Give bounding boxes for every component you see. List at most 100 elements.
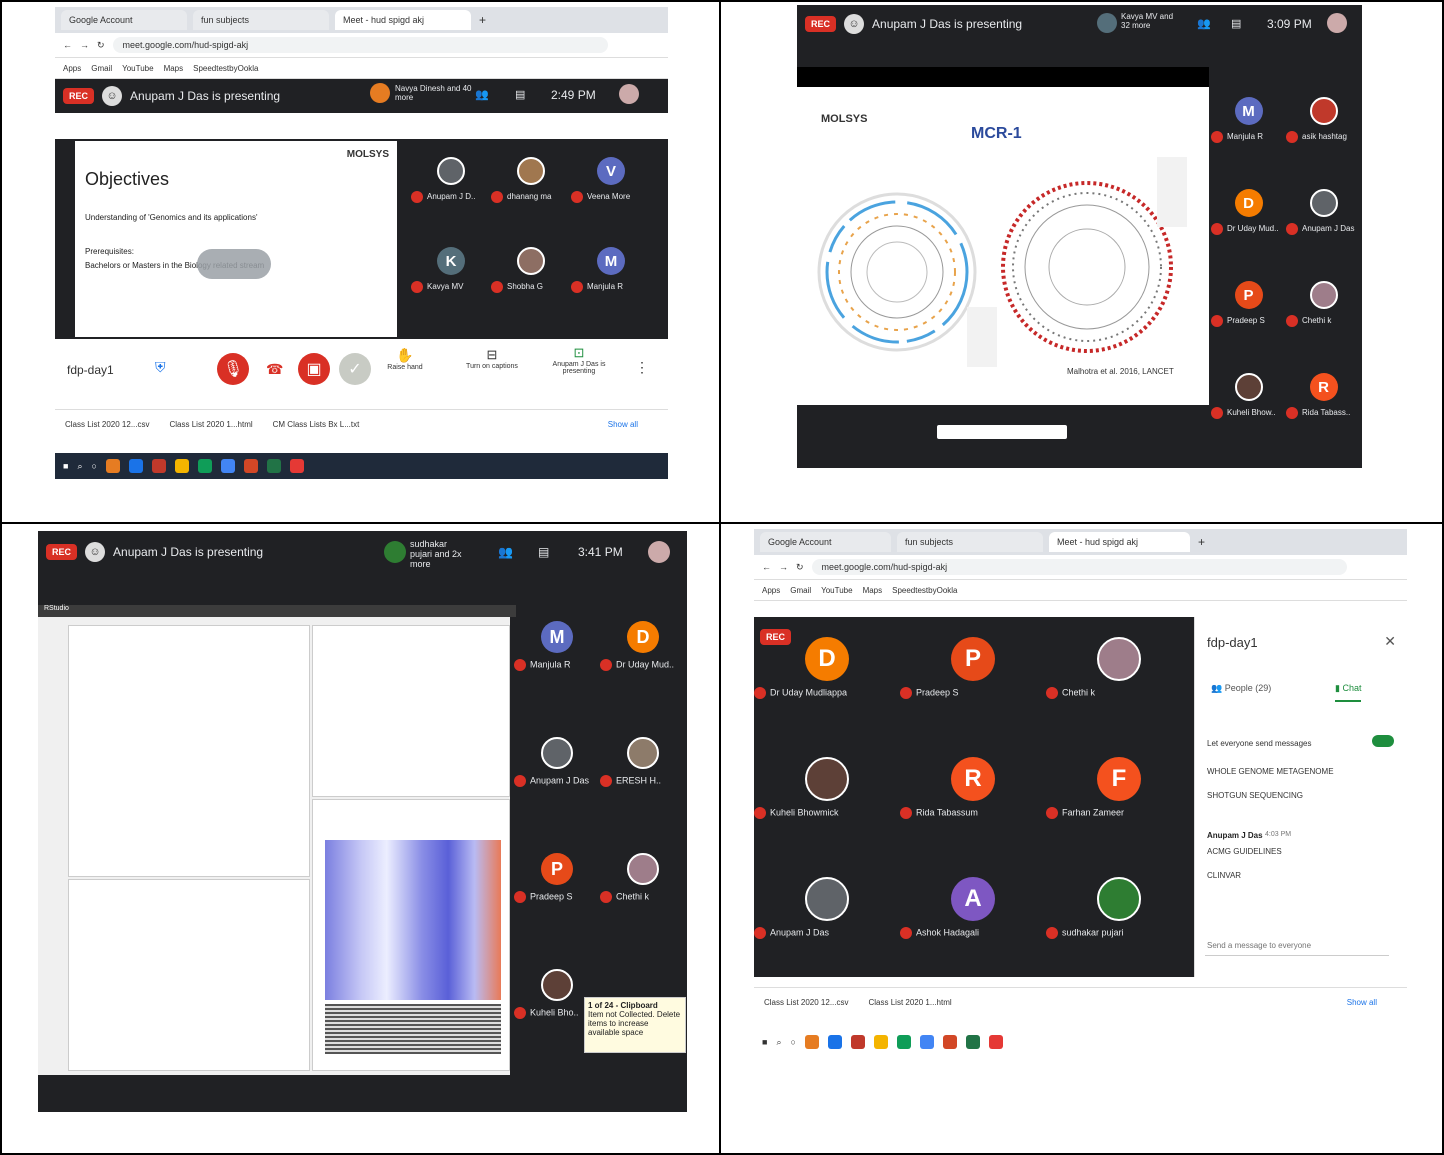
excel-icon[interactable]: [965, 1035, 980, 1049]
cortana-icon[interactable]: ○: [790, 1037, 795, 1047]
search-icon[interactable]: ⌕: [77, 461, 82, 472]
new-tab-icon[interactable]: +: [1198, 535, 1205, 549]
pdf-icon[interactable]: [988, 1035, 1003, 1049]
url-field[interactable]: meet.google.com/hud-spigd-akj: [811, 559, 1347, 575]
chat-input[interactable]: [1205, 935, 1389, 956]
people-tab[interactable]: 👥 People (29): [1211, 683, 1271, 694]
bookmark-speedtest[interactable]: SpeedtestbyOokla: [193, 64, 258, 73]
source-editor-pane[interactable]: [68, 625, 310, 877]
bookmark-apps[interactable]: Apps: [762, 586, 780, 595]
browser-tab-active[interactable]: Meet - hud spigd akj: [1049, 532, 1190, 552]
bookmark-youtube[interactable]: YouTube: [122, 64, 153, 73]
participant-tile[interactable]: K Kavya MV: [411, 247, 491, 293]
browser-tab-active[interactable]: Meet - hud spigd akj: [335, 10, 471, 30]
bookmark-maps[interactable]: Maps: [164, 64, 184, 73]
camera-off-button[interactable]: ▣: [298, 353, 330, 385]
reload-icon[interactable]: ↻: [97, 40, 105, 51]
participant-tile[interactable]: Anupam J Das: [1286, 189, 1361, 235]
participant-tile[interactable]: asik hashtag: [1286, 97, 1361, 143]
forward-icon[interactable]: →: [80, 40, 89, 50]
allow-messages-toggle[interactable]: [1372, 735, 1394, 747]
participant-tile[interactable]: Shobha G: [491, 247, 571, 293]
app-icon[interactable]: [804, 1035, 819, 1049]
participant-tile[interactable]: R Rida Tabass..: [1286, 373, 1361, 419]
app-icon[interactable]: [850, 1035, 865, 1049]
participant-tile[interactable]: Anupam J D..: [411, 157, 491, 203]
participant-tile[interactable]: Anupam J Das: [754, 877, 900, 939]
participant-tile[interactable]: Chethi k: [1286, 281, 1361, 327]
captions-button[interactable]: ⊟ Turn on captions: [457, 347, 527, 370]
browser-tab[interactable]: fun subjects: [897, 532, 1043, 552]
participant-tile[interactable]: Kuheli Bho..: [514, 969, 600, 1019]
mic-off-button[interactable]: 🎙: [217, 353, 249, 385]
bookmark-speedtest[interactable]: SpeedtestbyOokla: [892, 586, 957, 595]
present-button[interactable]: ⊡ Anupam J Das is presenting: [549, 345, 609, 375]
participant-tile[interactable]: V Veena More: [571, 157, 651, 203]
excel-icon[interactable]: [266, 459, 281, 473]
effects-button[interactable]: ✓: [339, 353, 371, 385]
powerpoint-icon[interactable]: [243, 459, 258, 473]
people-icon[interactable]: 👥: [1197, 17, 1211, 30]
participant-tile[interactable]: ERESH H..: [600, 737, 686, 787]
back-icon[interactable]: ←: [762, 562, 771, 572]
participant-tile[interactable]: Chethi k: [600, 853, 686, 903]
bookmark-youtube[interactable]: YouTube: [821, 586, 852, 595]
raise-hand-button[interactable]: ✋ Raise hand: [385, 347, 425, 371]
participant-tile[interactable]: P Pradeep S: [514, 853, 600, 903]
app-icon[interactable]: [174, 459, 189, 473]
new-tab-icon[interactable]: +: [479, 13, 486, 27]
participant-tile[interactable]: Anupam J Das: [514, 737, 600, 787]
app-icon[interactable]: [220, 459, 235, 473]
chat-icon[interactable]: ▤: [1231, 17, 1241, 30]
app-icon[interactable]: [128, 459, 143, 473]
participant-tile[interactable]: P Pradeep S: [900, 637, 1046, 699]
app-icon[interactable]: [827, 1035, 842, 1049]
participant-tile[interactable]: Kuheli Bhowmick: [754, 757, 900, 819]
download-item[interactable]: CM Class Lists Bx L...txt: [273, 420, 360, 429]
participant-tile[interactable]: M Manjula R: [571, 247, 651, 293]
console-pane[interactable]: [68, 879, 310, 1071]
browser-tab[interactable]: Google Account: [760, 532, 891, 552]
chat-icon[interactable]: ▤: [538, 545, 549, 559]
shield-icon[interactable]: ⛨: [155, 359, 166, 376]
app-icon[interactable]: [105, 459, 120, 473]
download-item[interactable]: Class List 2020 1...html: [868, 998, 951, 1007]
participant-tile[interactable]: P Pradeep S: [1211, 281, 1286, 327]
app-icon[interactable]: [873, 1035, 888, 1049]
environment-pane[interactable]: [312, 625, 510, 797]
url-field[interactable]: meet.google.com/hud-spigd-akj: [112, 37, 608, 53]
bookmark-gmail[interactable]: Gmail: [91, 64, 112, 73]
plots-pane[interactable]: [312, 799, 510, 1071]
app-icon[interactable]: [151, 459, 166, 473]
download-item[interactable]: Class List 2020 12...csv: [65, 420, 149, 429]
bookmark-maps[interactable]: Maps: [863, 586, 883, 595]
bookmark-gmail[interactable]: Gmail: [790, 586, 811, 595]
back-icon[interactable]: ←: [63, 40, 72, 50]
end-call-button[interactable]: ☎: [266, 361, 283, 378]
participant-tile[interactable]: dhanang ma: [491, 157, 571, 203]
download-item[interactable]: Class List 2020 12...csv: [764, 998, 848, 1007]
cortana-icon[interactable]: ○: [91, 461, 96, 471]
chat-tab[interactable]: ▮ Chat: [1335, 683, 1362, 702]
participant-tile[interactable]: sudhakar pujari: [1046, 877, 1192, 939]
sharing-notice-bar[interactable]: [937, 425, 1067, 439]
participant-tile[interactable]: D Dr Uday Mud..: [1211, 189, 1286, 235]
chat-icon[interactable]: ▤: [515, 88, 525, 101]
forward-icon[interactable]: →: [779, 562, 788, 572]
people-icon[interactable]: 👥: [498, 545, 513, 559]
search-icon[interactable]: ⌕: [776, 1037, 781, 1048]
bookmark-apps[interactable]: Apps: [63, 64, 81, 73]
chrome-icon[interactable]: [896, 1035, 911, 1049]
show-all-link[interactable]: Show all: [1347, 998, 1377, 1007]
show-all-link[interactable]: Show all: [608, 420, 638, 429]
download-item[interactable]: Class List 2020 1...html: [169, 420, 252, 429]
pdf-icon[interactable]: [289, 459, 304, 473]
participant-tile[interactable]: Chethi k: [1046, 637, 1192, 699]
participant-tile[interactable]: D Dr Uday Mudliappa: [754, 637, 900, 699]
browser-tab[interactable]: fun subjects: [193, 10, 329, 30]
participant-tile[interactable]: Kuheli Bhow..: [1211, 373, 1286, 419]
app-icon[interactable]: [919, 1035, 934, 1049]
browser-tab[interactable]: Google Account: [61, 10, 187, 30]
reload-icon[interactable]: ↻: [796, 562, 804, 573]
people-icon[interactable]: 👥: [475, 88, 489, 101]
